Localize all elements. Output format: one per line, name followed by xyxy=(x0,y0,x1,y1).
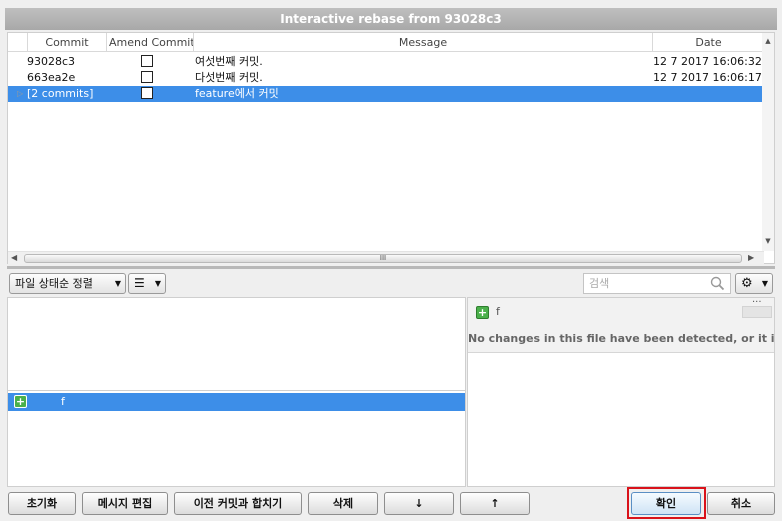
column-header-commit[interactable]: Commit xyxy=(28,33,107,52)
commit-table: Commit Amend Commit Message Date 93028c3… xyxy=(7,32,775,264)
expand-triangle-icon[interactable]: ▷ xyxy=(17,86,23,102)
commit-hash: 663ea2e xyxy=(27,71,76,84)
scroll-thumb[interactable]: III xyxy=(24,254,742,263)
settings-dropdown[interactable]: ⚙ ▼ xyxy=(735,273,773,294)
amend-checkbox[interactable] xyxy=(141,87,153,99)
ok-button[interactable]: 확인 xyxy=(631,492,701,515)
file-added-icon: + xyxy=(476,306,489,319)
file-toolbar: 파일 상태순 정렬 ▼ ☰ ▼ ⚙ ▼ xyxy=(7,272,775,296)
diff-file-name: f xyxy=(496,305,500,318)
pane-splitter[interactable] xyxy=(7,266,775,269)
file-list-pane: + f xyxy=(7,297,466,487)
diff-header: + f ... No changes in this file have bee… xyxy=(468,294,774,353)
header-spacer xyxy=(8,33,28,52)
window-title: Interactive rebase from 93028c3 xyxy=(5,8,777,30)
diff-pane: + f ... No changes in this file have bee… xyxy=(467,294,775,487)
commit-table-header: Commit Amend Commit Message Date xyxy=(8,33,764,52)
sort-dropdown[interactable]: 파일 상태순 정렬 ▼ xyxy=(9,273,126,294)
chevron-down-icon: ▼ xyxy=(114,279,121,288)
move-up-button[interactable]: ↑ xyxy=(460,492,530,515)
chevron-down-icon: ▼ xyxy=(761,279,768,288)
commit-message: feature에서 커밋 xyxy=(195,87,279,100)
scroll-up-icon[interactable]: ▲ xyxy=(762,35,774,47)
search-input[interactable] xyxy=(584,274,704,293)
scroll-down-icon[interactable]: ▼ xyxy=(762,235,774,247)
diff-options-button[interactable] xyxy=(742,306,772,318)
cancel-button[interactable]: 취소 xyxy=(707,492,775,515)
delete-button[interactable]: 삭제 xyxy=(308,492,378,515)
commit-row[interactable]: 663ea2e 다섯번째 커밋. 12 7 2017 16:06:17 xyxy=(8,70,764,86)
diff-options-dots[interactable]: ... xyxy=(752,294,762,305)
edit-message-button[interactable]: 메시지 편집 xyxy=(82,492,168,515)
gear-icon: ⚙ xyxy=(741,276,753,291)
commit-row[interactable]: 93028c3 여섯번째 커밋. 12 7 2017 16:06:32 xyxy=(8,54,764,70)
reset-button[interactable]: 초기화 xyxy=(8,492,76,515)
amend-checkbox[interactable] xyxy=(141,55,153,67)
horizontal-scrollbar[interactable]: ◀ III ▶ xyxy=(8,251,764,264)
commit-message: 여섯번째 커밋. xyxy=(195,55,263,68)
amend-checkbox[interactable] xyxy=(141,71,153,83)
commit-hash: [2 commits] xyxy=(27,87,94,100)
column-header-date[interactable]: Date xyxy=(653,33,764,52)
move-down-button[interactable]: ↓ xyxy=(384,492,454,515)
search-icon xyxy=(710,276,725,291)
commit-date: 12 7 2017 16:06:17 xyxy=(653,71,762,84)
commit-message: 다섯번째 커밋. xyxy=(195,71,263,84)
vertical-scrollbar[interactable]: ▲ ▼ xyxy=(762,33,774,251)
view-mode-dropdown[interactable]: ☰ ▼ xyxy=(128,273,166,294)
scroll-right-icon[interactable]: ▶ xyxy=(748,252,754,264)
commit-hash: 93028c3 xyxy=(27,55,76,68)
chevron-down-icon: ▼ xyxy=(154,279,161,288)
list-icon: ☰ xyxy=(134,276,145,290)
file-list-divider xyxy=(8,390,465,391)
column-header-amend[interactable]: Amend Commit xyxy=(107,33,194,52)
file-list-item[interactable]: + f xyxy=(8,393,465,411)
file-added-icon: + xyxy=(14,395,27,408)
commit-row-selected[interactable]: ▷ [2 commits] feature에서 커밋 xyxy=(8,86,764,102)
column-header-message[interactable]: Message xyxy=(194,33,653,52)
commit-date: 12 7 2017 16:06:32 xyxy=(653,55,762,68)
search-box[interactable] xyxy=(583,273,731,294)
file-name: f xyxy=(61,395,65,408)
squash-with-previous-button[interactable]: 이전 커밋과 합치기 xyxy=(174,492,302,515)
diff-message: No changes in this file have been detect… xyxy=(468,332,774,345)
scroll-left-icon[interactable]: ◀ xyxy=(11,252,17,264)
sort-dropdown-label: 파일 상태순 정렬 xyxy=(15,277,93,290)
